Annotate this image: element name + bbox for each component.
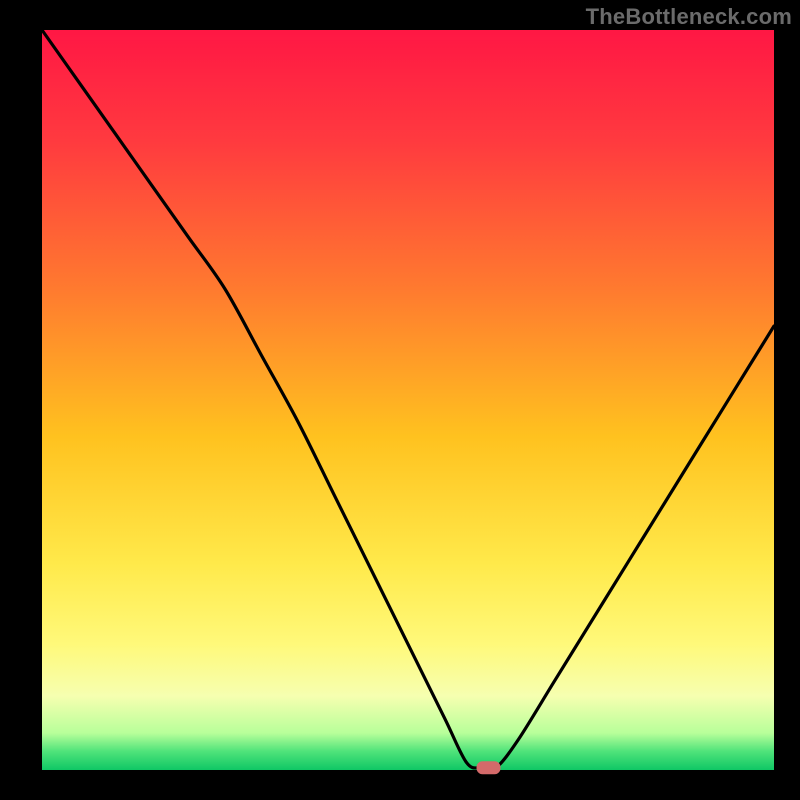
bottleneck-chart xyxy=(0,0,800,800)
optimal-marker xyxy=(477,761,501,774)
plot-background xyxy=(42,30,774,770)
watermark-label: TheBottleneck.com xyxy=(586,4,792,30)
chart-container: TheBottleneck.com xyxy=(0,0,800,800)
